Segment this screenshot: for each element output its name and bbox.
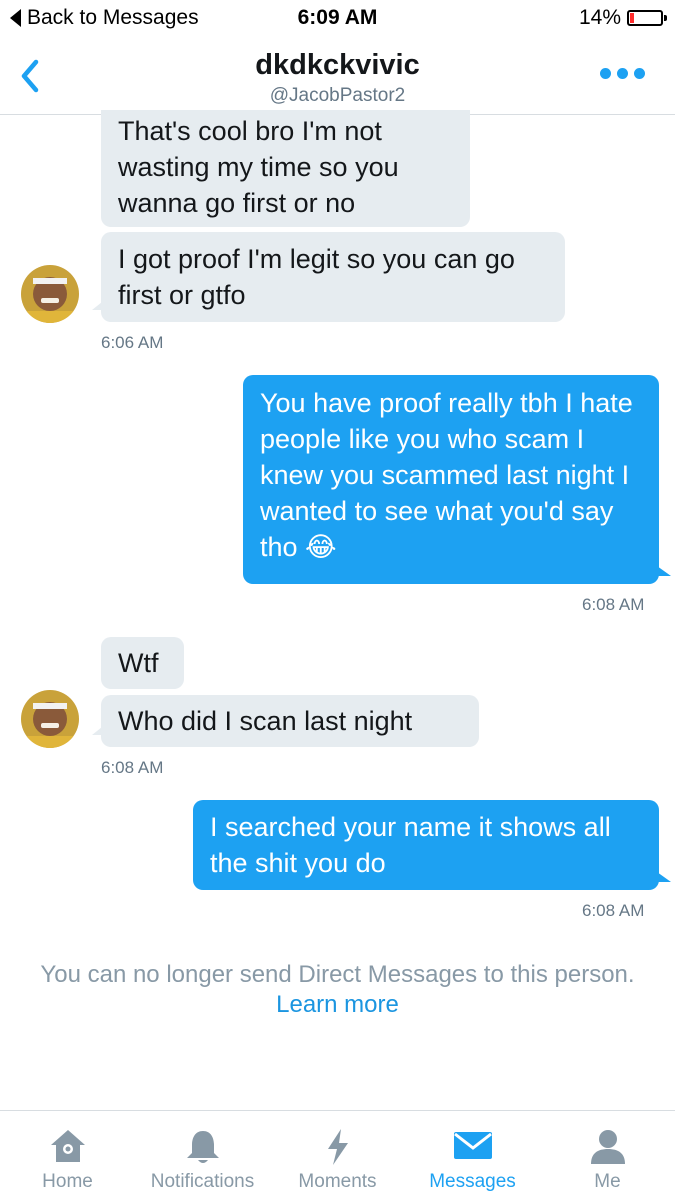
tab-home-label: Home: [42, 1171, 93, 1192]
conversation-name: dkdkckvivic: [255, 49, 420, 81]
battery-fill: [630, 13, 634, 23]
incoming-message[interactable]: Who did I scan last night: [92, 695, 479, 747]
status-time: 6:09 AM: [297, 6, 378, 29]
conversation-handle: @JacobPastor2: [269, 85, 406, 106]
lightning-icon: [327, 1129, 348, 1165]
bell-icon: [186, 1131, 219, 1163]
avatar-image: [21, 265, 79, 323]
battery-indicator: 14%: [578, 6, 667, 30]
tab-moments[interactable]: Moments: [270, 1111, 405, 1201]
avatar[interactable]: [21, 265, 79, 323]
home-icon: [50, 1130, 85, 1162]
incoming-message[interactable]: That's cool bro I'm not wasting my time …: [101, 110, 470, 227]
dm-disabled-notice: You can no longer send Direct Messages t…: [30, 960, 645, 1020]
tab-messages-label: Messages: [429, 1171, 516, 1192]
battery-icon: [627, 10, 667, 26]
tab-moments-label: Moments: [298, 1171, 377, 1192]
status-bar: Back to Messages 6:09 AM 14%: [0, 0, 675, 38]
tab-messages[interactable]: Messages: [405, 1111, 540, 1201]
incoming-message[interactable]: Wtf: [101, 637, 184, 689]
tab-notifications[interactable]: Notifications: [135, 1111, 270, 1201]
message-timestamp: 6:08 AM: [582, 901, 645, 920]
dot: [634, 68, 645, 79]
incoming-message[interactable]: I got proof I'm legit so you can go firs…: [92, 232, 565, 322]
avatar-image: [21, 690, 79, 748]
tab-notifications-label: Notifications: [150, 1171, 255, 1192]
message-timestamp: 6:06 AM: [101, 333, 164, 352]
outgoing-message[interactable]: I searched your name it shows all the sh…: [193, 800, 671, 890]
outgoing-message[interactable]: You have proof really tbh I hate people …: [243, 375, 671, 584]
conversation-header: dkdkckvivic @JacobPastor2: [0, 38, 675, 115]
avatar[interactable]: [21, 690, 79, 748]
battery-percent: 14%: [578, 6, 621, 29]
tab-me[interactable]: Me: [540, 1111, 675, 1201]
envelope-icon: [453, 1132, 492, 1159]
learn-more-link[interactable]: Learn more: [276, 991, 399, 1018]
person-icon: [590, 1130, 625, 1164]
tab-bar: Home Notifications Moments Messages Me: [0, 1110, 675, 1201]
message-timestamp: 6:08 AM: [582, 595, 645, 614]
more-dots-icon[interactable]: [600, 68, 645, 79]
dot: [600, 68, 611, 79]
tab-me-label: Me: [594, 1171, 621, 1192]
message-timestamp: 6:08 AM: [101, 758, 164, 777]
dot: [617, 68, 628, 79]
tab-home[interactable]: Home: [0, 1111, 135, 1201]
dm-disabled-text: You can no longer send Direct Messages t…: [40, 961, 635, 988]
